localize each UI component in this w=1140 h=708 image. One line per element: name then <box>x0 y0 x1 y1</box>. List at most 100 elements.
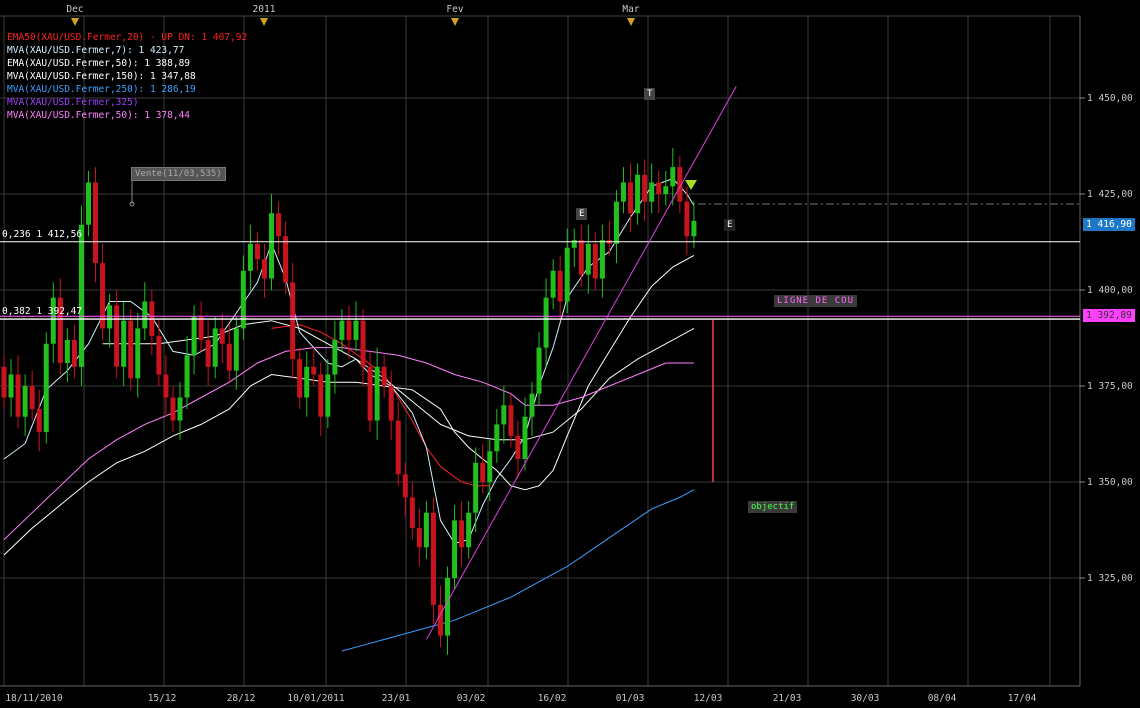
y-tick-label: 1 375,00 <box>1087 381 1133 392</box>
candlesticks <box>1 147 697 655</box>
y-tick-label: 1 450,00 <box>1087 93 1133 104</box>
candle <box>691 201 697 248</box>
indicator-mva50 <box>3 347 694 540</box>
candle-body <box>283 236 289 283</box>
candle-body <box>205 339 211 367</box>
candle <box>100 243 106 340</box>
candle-body <box>656 182 662 194</box>
candle-body <box>170 397 176 421</box>
x-tick-label: 23/01 <box>382 693 411 704</box>
candle <box>85 170 91 237</box>
candle <box>114 290 120 379</box>
candle-body <box>494 424 500 452</box>
candle <box>423 501 429 559</box>
objective-label[interactable]: objectif <box>748 501 798 513</box>
x-tick-label: 18/11/2010 <box>5 693 62 704</box>
candle-body <box>121 320 127 367</box>
candle-body <box>93 182 99 264</box>
candle <box>205 320 211 386</box>
candle-body <box>522 416 528 459</box>
month-label: 2011 <box>253 4 276 15</box>
candle-body <box>437 604 443 636</box>
candle <box>550 259 556 310</box>
candle-body <box>663 186 669 194</box>
candle <box>304 351 310 417</box>
candle-body <box>515 435 521 459</box>
candle <box>149 290 155 356</box>
candle-body <box>487 451 493 482</box>
candle-body <box>684 201 690 237</box>
candle <box>276 201 282 256</box>
candle-body <box>212 328 218 367</box>
candle-body <box>353 320 359 340</box>
candle <box>649 163 655 214</box>
month-label: Mar <box>622 4 639 15</box>
candle-body <box>585 243 591 275</box>
x-tick-label: 10/01/2011 <box>287 693 344 704</box>
x-tick-label: 17/04 <box>1008 693 1037 704</box>
candle <box>656 170 662 214</box>
candle-body <box>36 409 42 433</box>
candle-body <box>621 182 627 202</box>
candle-body <box>64 339 70 363</box>
candle-body <box>233 328 239 371</box>
fib-236-label: 0,236 1 412,56 <box>2 229 83 240</box>
candle-body <box>85 182 91 225</box>
candle <box>184 336 190 410</box>
candle <box>290 263 296 379</box>
candle-body <box>508 405 514 436</box>
candle-body <box>466 512 472 548</box>
candle <box>318 362 324 436</box>
sell-signal-label[interactable]: Vente(11/03,535) <box>131 167 226 181</box>
candle-body <box>635 174 641 214</box>
candle <box>346 305 352 360</box>
candle-body <box>642 174 648 202</box>
candle-body <box>156 336 162 375</box>
candle-body <box>226 343 232 371</box>
candle-body <box>219 328 225 344</box>
candle <box>121 301 127 386</box>
candle-body <box>184 355 190 398</box>
candle-body <box>297 359 303 398</box>
fib-382-label: 0,382 1 392,47 <box>2 306 83 317</box>
candle <box>543 278 549 367</box>
legend-mva50: MVA(XAU/USD.Fermer,50): 1 378,44 <box>7 110 191 121</box>
last-price-tag: 1 416,90 <box>1083 218 1135 231</box>
candle-body <box>318 374 324 417</box>
candle-body <box>269 213 275 279</box>
candle <box>212 316 218 379</box>
t-marker[interactable]: T <box>644 88 656 100</box>
candle-body <box>43 343 49 433</box>
neckline-label[interactable]: LIGNE DE COU <box>774 295 858 307</box>
y-tick-label: 1 350,00 <box>1087 477 1133 488</box>
candle <box>437 585 443 648</box>
month-label: Fev <box>446 4 463 15</box>
e-marker-right[interactable]: E <box>724 219 736 231</box>
candle-body <box>78 224 84 367</box>
candle-body <box>114 305 120 367</box>
candle-body <box>360 320 366 367</box>
candle <box>57 278 63 375</box>
candle-body <box>71 339 77 367</box>
candle-body <box>381 366 387 386</box>
candle-body <box>649 182 655 202</box>
candle-body <box>29 386 35 410</box>
candle <box>571 228 577 267</box>
candle <box>135 313 141 398</box>
candle <box>599 224 605 298</box>
candle-body <box>254 243 260 260</box>
candle <box>247 224 253 290</box>
candle-body <box>578 240 584 275</box>
e-marker-left[interactable]: E <box>576 208 588 220</box>
candle-body <box>388 386 394 421</box>
candle-body <box>691 220 697 237</box>
candle <box>226 324 232 383</box>
candle-body <box>445 578 451 636</box>
candle-body <box>402 474 408 498</box>
candle-body <box>571 240 577 248</box>
indicator-mva150 <box>3 254 695 556</box>
candle <box>613 190 619 264</box>
candle <box>1 355 7 410</box>
candle <box>585 224 591 294</box>
candle <box>36 389 42 452</box>
